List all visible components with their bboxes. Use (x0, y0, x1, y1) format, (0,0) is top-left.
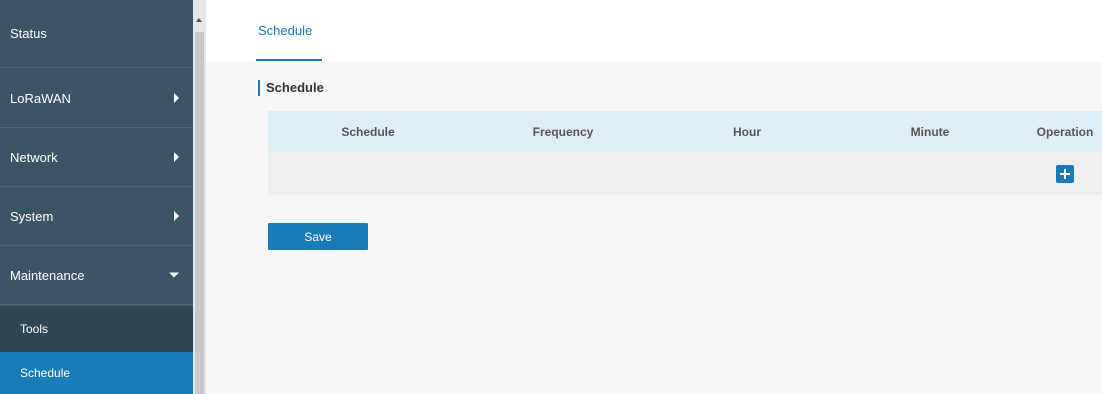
section-title: Schedule (258, 80, 324, 96)
save-button[interactable]: Save (268, 223, 368, 250)
scrollbar-thumb[interactable] (195, 32, 204, 394)
column-header-minute: Minute (910, 125, 950, 139)
tab-bar: Schedule (206, 0, 1102, 62)
tab-schedule[interactable]: Schedule (258, 23, 322, 62)
plus-icon[interactable] (1056, 165, 1074, 183)
sidebar-item-maintenance[interactable]: Maintenance (0, 246, 193, 305)
sidebar-subitem-label: Tools (20, 322, 49, 336)
schedule-table: Schedule Frequency Hour Minute Operation (268, 111, 1102, 195)
arrow-right-icon (174, 93, 179, 103)
sidebar-subitem-schedule[interactable]: Schedule (0, 352, 193, 394)
sidebar-item-status[interactable]: Status (0, 0, 193, 68)
sidebar-subitem-tools[interactable]: Tools (0, 306, 193, 352)
sidebar-item-label: Network (10, 149, 58, 165)
sidebar-scrollbar[interactable] (193, 0, 206, 394)
table-row (268, 153, 1102, 195)
sidebar-subitem-label: Schedule (20, 366, 71, 380)
arrow-right-icon (174, 211, 179, 221)
sidebar-item-label: Status (10, 26, 47, 41)
arrow-down-icon (169, 272, 179, 278)
sidebar-item-label: System (10, 208, 54, 224)
column-header-frequency: Frequency (532, 125, 594, 139)
sidebar-item-label: Maintenance (10, 267, 85, 283)
sidebar-item-system[interactable]: System (0, 187, 193, 246)
main-content: Schedule Schedule Schedule Frequency Hou… (206, 0, 1102, 394)
column-header-schedule: Schedule (341, 125, 395, 139)
sidebar-item-label: LoRaWAN (10, 90, 71, 106)
tab-active-indicator (256, 59, 322, 61)
table-header: Schedule Frequency Hour Minute Operation (268, 111, 1102, 153)
sidebar-item-network[interactable]: Network (0, 128, 193, 187)
column-header-hour: Hour (733, 125, 761, 139)
scroll-up-icon[interactable] (196, 18, 202, 22)
arrow-right-icon (174, 152, 179, 162)
column-header-operation: Operation (1036, 125, 1094, 139)
sidebar: Status LoRaWAN Network System Maintenanc… (0, 0, 193, 394)
sidebar-item-lorawan[interactable]: LoRaWAN (0, 69, 193, 128)
